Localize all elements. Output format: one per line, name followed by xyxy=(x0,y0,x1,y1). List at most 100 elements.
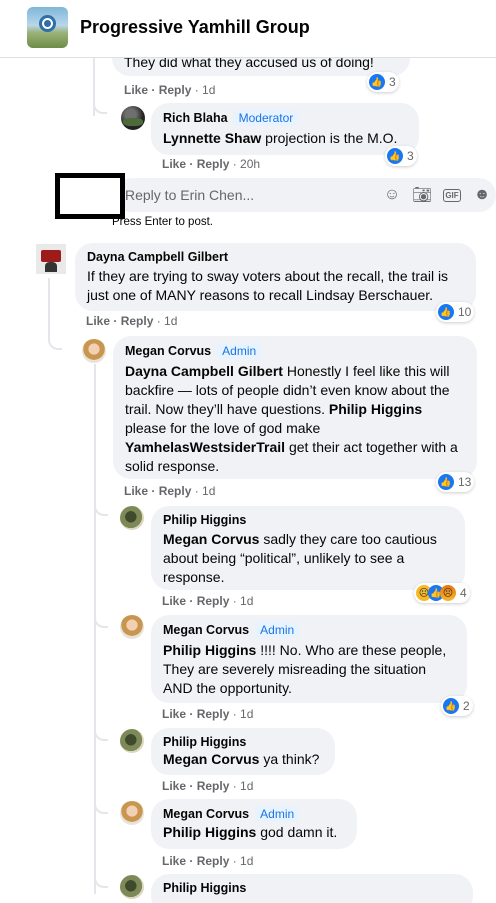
like-link[interactable]: Like xyxy=(162,157,186,171)
reply-link[interactable]: Reply xyxy=(197,157,230,171)
comment-author[interactable]: Megan Corvus xyxy=(163,807,249,821)
comment-bubble: Rich Blaha Moderator Lynnette Shaw projec… xyxy=(151,103,419,155)
thread-curve xyxy=(48,336,62,350)
avatar[interactable] xyxy=(121,106,145,130)
reply-link[interactable]: Reply xyxy=(159,484,192,498)
comment-actions: Like · Reply · 20h xyxy=(162,157,261,171)
like-link[interactable]: Like xyxy=(124,83,148,97)
comment-text: If they are trying to sway voters about … xyxy=(87,268,449,303)
reply-link[interactable]: Reply xyxy=(197,707,230,721)
camera-icon[interactable]: 📷︎ xyxy=(412,185,432,205)
admin-badge: Admin xyxy=(255,622,300,638)
comment-actions: Like · Reply · 1d xyxy=(124,83,216,97)
avatar[interactable] xyxy=(120,801,144,825)
mention-link[interactable]: Lynnette Shaw xyxy=(163,130,261,146)
thread-curve xyxy=(94,502,108,516)
group-header: Progressive Yamhill Group xyxy=(0,0,496,58)
like-reaction-icon: 👍 xyxy=(369,74,385,90)
comment-bubble: Dayna Campbell Gilbert If they are tryin… xyxy=(75,243,476,311)
thread-curve xyxy=(94,800,108,814)
emoji-icon[interactable]: ☺ xyxy=(382,185,402,205)
avatar[interactable] xyxy=(120,506,144,530)
avatar[interactable] xyxy=(36,244,66,274)
comment-author[interactable]: Rich Blaha xyxy=(163,111,228,125)
timestamp[interactable]: 1d xyxy=(240,707,253,721)
thread-line xyxy=(48,278,50,342)
avatar[interactable] xyxy=(120,729,144,753)
comment-text: ya think? xyxy=(259,751,320,767)
timestamp[interactable]: 1d xyxy=(240,594,253,608)
reply-link[interactable]: Reply xyxy=(197,594,230,608)
comment-actions: Like · Reply · 1d xyxy=(124,484,216,498)
mention-link[interactable]: Philip Higgins xyxy=(163,824,256,840)
reaction-count[interactable]: 👍 13 xyxy=(436,472,475,492)
reply-input[interactable]: Reply to Erin Chen... ☺ 📷︎ GIF ☻ xyxy=(115,178,496,212)
like-link[interactable]: Like xyxy=(162,594,186,608)
like-link[interactable]: Like xyxy=(86,314,110,328)
comment-actions: Like · Reply · 1d xyxy=(162,707,254,721)
reaction-count[interactable]: 👍 2 xyxy=(441,696,473,716)
admin-badge: Admin xyxy=(255,806,300,822)
timestamp[interactable]: 1d xyxy=(202,484,215,498)
avatar[interactable] xyxy=(82,339,106,363)
reaction-count[interactable]: 👍 3 xyxy=(367,72,399,92)
comment-bubble: Philip Higgins Megan Corvus sadly they c… xyxy=(151,506,465,590)
timestamp[interactable]: 1d xyxy=(240,779,253,793)
mention-link[interactable]: Megan Corvus xyxy=(163,751,259,767)
reaction-count[interactable]: 👍 3 xyxy=(385,146,417,166)
comment-actions: Like · Reply · 1d xyxy=(162,854,254,868)
mention-link[interactable]: Megan Corvus xyxy=(163,531,259,547)
gif-icon[interactable]: GIF xyxy=(442,185,462,205)
timestamp[interactable]: 1d xyxy=(202,83,215,97)
reply-link[interactable]: Reply xyxy=(197,779,230,793)
reply-link[interactable]: Reply xyxy=(159,83,192,97)
comment-bubble: Megan Corvus Admin Philip Higgins god dam… xyxy=(151,799,357,849)
thread-curve xyxy=(94,727,108,741)
group-logo[interactable] xyxy=(27,7,68,48)
group-name[interactable]: Progressive Yamhill Group xyxy=(80,17,310,38)
comment-author[interactable]: Megan Corvus xyxy=(125,344,211,358)
comment-bubble: Megan Corvus Admin Dayna Campbell Gilbert… xyxy=(113,336,477,479)
thread-curve xyxy=(94,874,108,888)
mention-link[interactable]: Dayna Campbell Gilbert xyxy=(125,363,283,379)
avatar[interactable] xyxy=(120,615,144,639)
reaction-count[interactable]: ☹ 👍 ☹ 4 xyxy=(414,583,470,603)
thread-curve xyxy=(93,100,107,114)
angry-reaction-icon: ☹ xyxy=(440,585,456,601)
comment-author[interactable]: Dayna Campbell Gilbert xyxy=(87,250,228,264)
like-link[interactable]: Like xyxy=(162,854,186,868)
comment-author[interactable]: Philip Higgins xyxy=(163,881,246,895)
reply-link[interactable]: Reply xyxy=(121,314,154,328)
mention-link[interactable]: YamhelasWestsiderTrail xyxy=(125,439,285,455)
reaction-count[interactable]: 👍 10 xyxy=(436,302,475,322)
timestamp[interactable]: 20h xyxy=(240,157,260,171)
like-link[interactable]: Like xyxy=(124,484,148,498)
reply-link[interactable]: Reply xyxy=(197,854,230,868)
timestamp[interactable]: 1d xyxy=(240,854,253,868)
comment-bubble: Philip Higgins xyxy=(151,874,473,903)
comment-author[interactable]: Philip Higgins xyxy=(163,735,246,749)
thread-line xyxy=(94,364,96,894)
mention-link[interactable]: Philip Higgins xyxy=(329,401,422,417)
reply-placeholder: Reply to Erin Chen... xyxy=(125,187,255,203)
comment-text: please for the love of god make xyxy=(125,420,321,436)
avatar[interactable] xyxy=(120,875,144,899)
moderator-badge: Moderator xyxy=(233,110,299,126)
like-link[interactable]: Like xyxy=(162,779,186,793)
sticker-icon[interactable]: ☻ xyxy=(472,185,492,205)
redaction-box xyxy=(55,173,125,219)
admin-badge: Admin xyxy=(217,343,262,359)
comment-text: god damn it. xyxy=(256,824,338,840)
mention-link[interactable]: Philip Higgins xyxy=(163,642,256,658)
comment-actions: Like · Reply · 1d xyxy=(162,779,254,793)
like-reaction-icon: 👍 xyxy=(438,474,454,490)
timestamp[interactable]: 1d xyxy=(164,314,177,328)
like-reaction-icon: 👍 xyxy=(387,148,403,164)
comment-bubble: Philip Higgins Megan Corvus ya think? xyxy=(151,728,335,775)
like-reaction-icon: 👍 xyxy=(438,304,454,320)
comment-author[interactable]: Megan Corvus xyxy=(163,623,249,637)
like-link[interactable]: Like xyxy=(162,707,186,721)
comment-author[interactable]: Philip Higgins xyxy=(163,513,246,527)
comment-actions: Like · Reply · 1d xyxy=(86,314,178,328)
thread-curve xyxy=(94,614,108,628)
